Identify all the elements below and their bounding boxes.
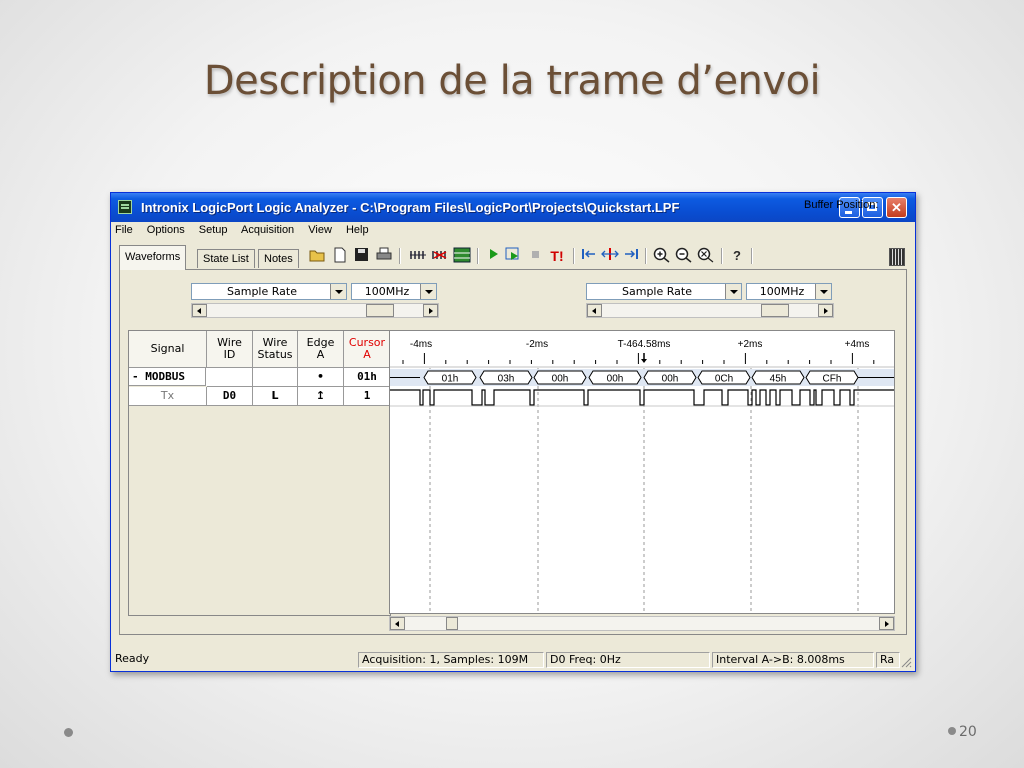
menu-setup[interactable]: Setup <box>199 224 228 236</box>
bus-value-label: 0Ch <box>715 374 733 385</box>
bus-value-label: 00h <box>662 374 679 385</box>
rate-value-select-left[interactable]: 100MHz <box>351 283 437 300</box>
trigger-time-label: T-464.58ms <box>618 339 671 350</box>
slide-bullet-icon <box>64 728 73 737</box>
menu-view[interactable]: View <box>308 224 332 236</box>
slide-page-number: 20 <box>948 724 977 740</box>
time-label-2: -2ms <box>526 339 548 350</box>
single-run-icon[interactable] <box>505 247 523 265</box>
column-header-cursor[interactable]: Cursor A <box>344 331 391 368</box>
zoom-fit-icon[interactable] <box>697 247 715 265</box>
status-bar: Ready Acquisition: 1, Samples: 109M D0 F… <box>110 650 916 672</box>
signal-name-cell: - MODBUS <box>129 368 206 386</box>
menu-options[interactable]: Options <box>147 224 185 236</box>
menu-bar: File Options Setup Acquisition View Help <box>115 224 380 240</box>
bus-value-label: CFh <box>823 374 842 385</box>
bus-value-label: 45h <box>770 374 787 385</box>
bus-value-label: 01h <box>442 374 459 385</box>
time-label-1: -4ms <box>410 339 432 350</box>
waveform-view[interactable]: -4ms -2ms T-464.58ms +2ms +4ms 01h 03h 00h… <box>389 330 895 614</box>
buffer-position-label: Buffer Position: <box>804 199 879 211</box>
bus-value-label: 03h <box>498 374 515 385</box>
scroll-left-arrow-icon[interactable] <box>192 304 207 317</box>
column-header-edge[interactable]: Edge A <box>298 331 344 368</box>
scroll-right-arrow-icon[interactable] <box>879 617 894 630</box>
wire-id-cell: D0 <box>207 387 253 406</box>
cursor-cell: 1 <box>344 387 391 406</box>
status-interval: Interval A->B: 8.008ms <box>712 652 874 668</box>
status-extra: Ra <box>876 652 900 668</box>
chevron-down-icon[interactable] <box>815 284 831 299</box>
tab-state-list[interactable]: State List <box>197 249 255 268</box>
cursor-cell: 01h <box>344 368 391 387</box>
bus-value-label: 00h <box>607 374 624 385</box>
window-title: Intronix LogicPort Logic Analyzer - C:\P… <box>141 200 680 215</box>
cursor-right-icon[interactable] <box>623 247 639 265</box>
waveform-horizontal-scrollbar[interactable] <box>389 614 895 632</box>
edge-cell: • <box>298 368 344 387</box>
zoom-in-icon[interactable] <box>653 247 671 265</box>
status-acquisition: Acquisition: 1, Samples: 109M <box>358 652 544 668</box>
tab-notes[interactable]: Notes <box>258 249 299 268</box>
trigger-config-icon[interactable] <box>431 247 449 265</box>
menu-help[interactable]: Help <box>346 224 369 236</box>
zoom-out-icon[interactable] <box>675 247 693 265</box>
cursor-left-icon[interactable] <box>581 247 597 265</box>
column-header-wire-status[interactable]: Wire Status <box>253 331 298 368</box>
column-header-wire-id[interactable]: Wire ID <box>207 331 253 368</box>
bus-value-label: 00h <box>552 374 569 385</box>
chevron-down-icon[interactable] <box>330 284 346 299</box>
scroll-right-arrow-icon[interactable] <box>423 304 438 317</box>
resize-grip-icon[interactable] <box>900 654 912 668</box>
buffer-position-indicator <box>889 248 905 266</box>
trigger-icon[interactable]: T! <box>547 247 567 265</box>
print-icon[interactable] <box>375 247 393 265</box>
status-ready: Ready <box>115 652 150 665</box>
channels-icon[interactable] <box>409 247 427 265</box>
tx-signal-trace <box>390 389 894 406</box>
scroll-right-arrow-icon[interactable] <box>818 304 833 317</box>
status-frequency: D0 Freq: 0Hz <box>546 652 710 668</box>
sample-rate-select-right[interactable]: Sample Rate <box>586 283 742 300</box>
cursor-center-icon[interactable] <box>601 247 619 265</box>
grid-icon[interactable] <box>453 247 471 265</box>
edge-cell: ↥ <box>298 387 344 406</box>
chevron-down-icon[interactable] <box>420 284 436 299</box>
chevron-down-icon[interactable] <box>725 284 741 299</box>
horizontal-scrollbar-right[interactable] <box>586 303 834 318</box>
save-icon[interactable] <box>353 247 369 265</box>
help-icon[interactable]: ? <box>729 247 745 265</box>
new-file-icon[interactable] <box>333 247 347 265</box>
scroll-thumb[interactable] <box>366 304 394 317</box>
tab-waveforms[interactable]: Waveforms <box>119 245 187 270</box>
menu-acquisition[interactable]: Acquisition <box>241 224 294 236</box>
sample-rate-select-left[interactable]: Sample Rate <box>191 283 347 300</box>
time-label-4: +4ms <box>845 339 870 350</box>
column-header-signal[interactable]: Signal <box>129 331 207 368</box>
wire-id-cell <box>207 368 253 387</box>
signal-table: Signal Wire ID Wire Status Edge A Cursor… <box>128 330 391 616</box>
menu-file[interactable]: File <box>115 224 133 236</box>
run-icon[interactable] <box>485 247 501 265</box>
scroll-left-arrow-icon[interactable] <box>390 617 405 630</box>
scroll-thumb[interactable] <box>761 304 789 317</box>
scroll-left-arrow-icon[interactable] <box>587 304 602 317</box>
scroll-thumb[interactable] <box>446 617 458 630</box>
app-icon <box>118 200 132 214</box>
page-bullet-icon <box>948 727 956 735</box>
stop-icon[interactable] <box>529 247 543 265</box>
close-button[interactable]: ✕ <box>886 197 907 218</box>
wire-status-cell <box>253 368 298 387</box>
time-label-3: +2ms <box>738 339 763 350</box>
title-bar[interactable]: Intronix LogicPort Logic Analyzer - C:\P… <box>111 193 915 222</box>
wire-status-cell: L <box>253 387 298 406</box>
horizontal-scrollbar-left[interactable] <box>191 303 439 318</box>
signal-name-cell: Tx <box>129 387 207 406</box>
open-folder-icon[interactable] <box>309 247 327 265</box>
rate-value-select-right[interactable]: 100MHz <box>746 283 832 300</box>
waveform-canvas[interactable]: -4ms -2ms T-464.58ms +2ms +4ms 01h 03h 00h… <box>390 331 895 614</box>
trigger-arrow-icon <box>641 359 647 363</box>
slide-title: Description de la trame d’envoi <box>203 58 821 104</box>
